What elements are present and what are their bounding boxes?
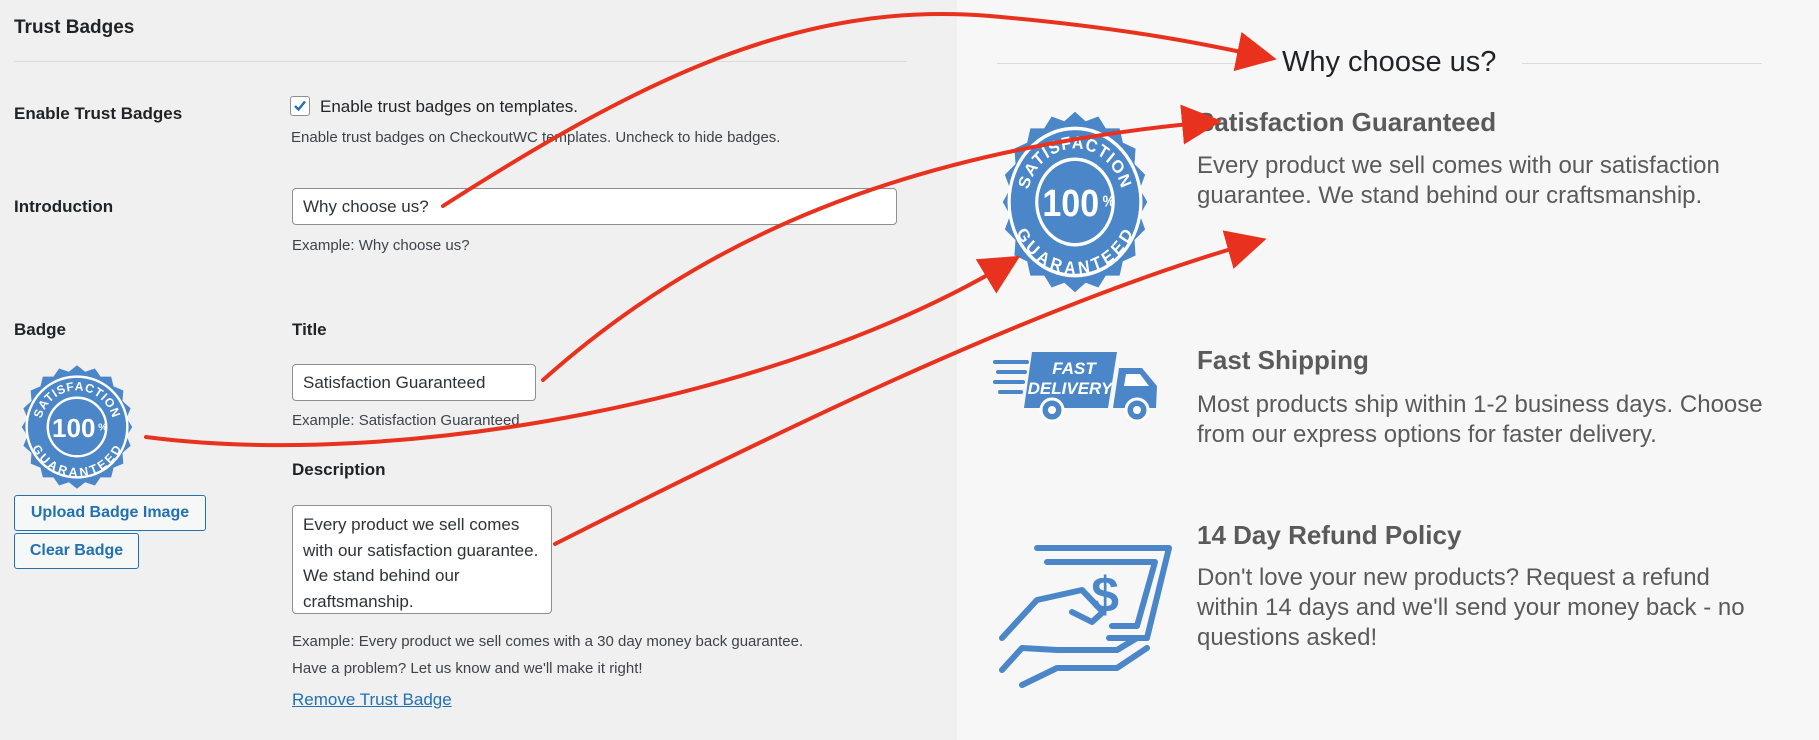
enable-checkbox-label: Enable trust badges on templates. [320, 97, 578, 116]
clear-badge-button[interactable]: Clear Badge [14, 533, 139, 569]
introduction-example: Example: Why choose us? [292, 237, 470, 254]
preview-item-text: Every product we sell comes with our sat… [1197, 152, 1720, 209]
badge-description-example-2: Have a problem? Let us know and we'll ma… [292, 660, 643, 677]
truck-text-delivery: DELIVERY [1028, 379, 1114, 398]
enable-help: Enable trust badges on CheckoutWC templa… [291, 129, 781, 146]
seal-percent-text: % [98, 421, 108, 433]
badge-seal-icon: SATISFACTION GUARANTEED 100 % [21, 365, 133, 489]
badge-title-example: Example: Satisfaction Guaranteed [292, 412, 520, 429]
enable-label: Enable Trust Badges [14, 104, 183, 123]
badge-description-textarea[interactable]: Every product we sell comes with our sat… [292, 505, 552, 614]
satisfaction-seal-icon: SATISFACTION GUARANTEED 100 % [1002, 111, 1148, 293]
upload-badge-button[interactable]: Upload Badge Image [14, 495, 206, 531]
svg-text:$: $ [1091, 567, 1119, 623]
fast-delivery-truck-icon: FAST DELIVERY [993, 352, 1157, 422]
introduction-label: Introduction [14, 197, 114, 216]
settings-panel: Trust Badges Enable Trust Badges Enable … [0, 0, 957, 740]
introduction-input[interactable]: Why choose us? [292, 188, 897, 225]
truck-text-fast: FAST [1052, 359, 1097, 378]
preview-seal-center-text: 100 [1042, 181, 1099, 224]
preview-item-title: 14 Day Refund Policy [1197, 520, 1462, 550]
preview-item-title: Satisfaction Guaranteed [1197, 107, 1497, 137]
checkmark-icon [294, 100, 306, 112]
preview-item-text: Don't love your new products? Request a … [1197, 564, 1745, 651]
badge-title-label: Title [292, 320, 327, 339]
section-divider [14, 61, 907, 62]
badge-description-example-1: Example: Every product we sell comes wit… [292, 633, 804, 650]
preview-item-text: Most products ship within 1-2 business d… [1197, 391, 1763, 448]
preview-seal-percent-text: % [1103, 194, 1115, 211]
section-title: Trust Badges [14, 17, 135, 38]
refund-money-hand-icon: $ [999, 545, 1172, 688]
preview-divider-left [997, 63, 1257, 64]
badge-title-input[interactable]: Satisfaction Guaranteed [292, 364, 536, 401]
preview-item-title: Fast Shipping [1197, 345, 1369, 375]
badge-label: Badge [14, 320, 66, 339]
badge-description-label: Description [292, 460, 386, 479]
remove-trust-badge-link[interactable]: Remove Trust Badge [292, 690, 452, 710]
enable-checkbox[interactable] [290, 96, 310, 116]
preview-heading: Why choose us? [1282, 46, 1497, 78]
preview-divider-right [1522, 63, 1762, 64]
seal-center-text: 100 [52, 413, 95, 443]
preview-panel: Why choose us? SATISFACTION GUARANTEED 1… [957, 0, 1819, 740]
